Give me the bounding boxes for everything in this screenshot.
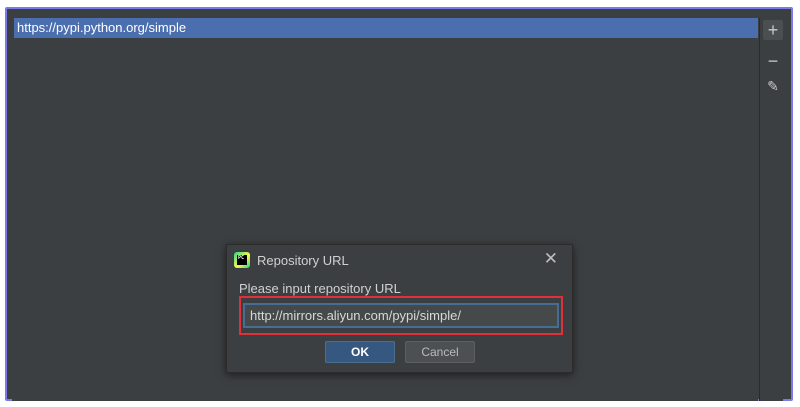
cancel-button[interactable]: Cancel [405,341,475,363]
dialog-title: Repository URL [257,253,349,268]
edit-repository-button[interactable]: ✎ [763,76,783,96]
add-repository-button[interactable]: + [763,20,783,40]
minus-icon: − [767,51,779,71]
list-toolbar: + − ✎ [759,18,783,401]
repository-list-item[interactable]: https://pypi.python.org/simple [14,18,758,38]
ok-button[interactable]: OK [325,341,395,363]
repository-url-dialog: PC Repository URL ✕ Please input reposit… [226,244,573,373]
remove-repository-button[interactable]: − [763,51,783,71]
pencil-icon: ✎ [767,78,779,94]
plus-icon: + [767,20,779,40]
dialog-prompt-label: Please input repository URL [239,281,401,296]
repository-url-input[interactable] [243,303,559,328]
close-icon[interactable]: ✕ [544,249,558,269]
pycharm-icon: PC [234,252,250,268]
